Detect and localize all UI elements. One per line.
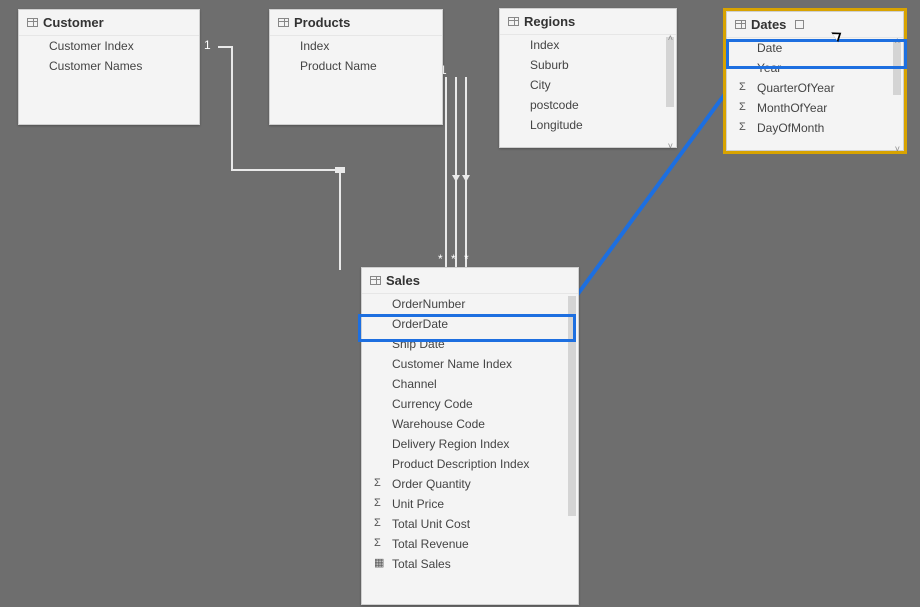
field-item[interactable]: Customer Name Index xyxy=(362,354,578,374)
table-customer[interactable]: Customer Customer Index Customer Names xyxy=(18,9,200,125)
table-icon xyxy=(27,18,38,27)
table-title: Products xyxy=(294,15,350,30)
field-item[interactable]: ΣTotal Unit Cost xyxy=(362,514,578,534)
field-item[interactable]: Longitude xyxy=(500,115,676,135)
field-item[interactable]: ΣOrder Quantity xyxy=(362,474,578,494)
sigma-icon: Σ xyxy=(374,498,381,509)
table-icon xyxy=(735,20,746,29)
cardinality-label-many: * xyxy=(438,252,443,266)
field-item[interactable]: Index xyxy=(500,35,676,55)
sigma-icon: Σ xyxy=(739,102,746,113)
scroll-up-icon[interactable]: ˄ xyxy=(895,38,900,46)
field-item[interactable]: Channel xyxy=(362,374,578,394)
table-title: Sales xyxy=(386,273,420,288)
table-header[interactable]: Sales xyxy=(362,268,578,294)
scroll-down-icon[interactable]: ˅ xyxy=(668,141,673,149)
table-icon xyxy=(370,276,381,285)
table-title: Regions xyxy=(524,14,575,29)
table-icon xyxy=(508,17,519,26)
field-item[interactable]: OrderNumber xyxy=(362,294,578,314)
field-item[interactable]: ▦Total Sales xyxy=(362,554,578,574)
cardinality-label-many: * xyxy=(464,252,469,266)
table-sales[interactable]: Sales OrderNumber OrderDate Ship Date Cu… xyxy=(361,267,579,605)
table-dates[interactable]: Dates Date Year ΣQuarterOfYear ΣMonthOfY… xyxy=(726,11,904,151)
field-item[interactable]: Customer Index xyxy=(19,36,199,56)
field-item[interactable]: OrderDate xyxy=(362,314,578,334)
sigma-icon: Σ xyxy=(739,82,746,93)
measure-icon: ▦ xyxy=(374,558,384,569)
table-header[interactable]: Dates xyxy=(727,12,903,38)
table-header[interactable]: Customer xyxy=(19,10,199,36)
table-title: Dates xyxy=(751,17,786,32)
field-item[interactable]: Customer Names xyxy=(19,56,199,76)
scroll-up-icon[interactable]: ˄ xyxy=(668,35,673,43)
scrollbar[interactable] xyxy=(893,40,901,95)
sigma-icon: Σ xyxy=(374,478,381,489)
field-item[interactable]: ΣDayOfMonth xyxy=(727,118,903,138)
field-item[interactable]: City xyxy=(500,75,676,95)
field-item[interactable]: ΣMonthOfYear xyxy=(727,98,903,118)
table-header[interactable]: Products xyxy=(270,10,442,36)
field-item[interactable]: ΣUnit Price xyxy=(362,494,578,514)
field-item[interactable]: postcode xyxy=(500,95,676,115)
scroll-down-icon[interactable]: ˅ xyxy=(895,144,900,152)
table-icon xyxy=(278,18,289,27)
table-regions[interactable]: Regions Index Suburb City postcode Longi… xyxy=(499,8,677,148)
field-item[interactable]: ΣQuarterOfYear xyxy=(727,78,903,98)
table-header[interactable]: Regions xyxy=(500,9,676,35)
field-item[interactable]: Suburb xyxy=(500,55,676,75)
field-item[interactable]: Ship Date xyxy=(362,334,578,354)
scrollbar[interactable] xyxy=(666,37,674,107)
field-item[interactable]: Product Description Index xyxy=(362,454,578,474)
maximize-icon[interactable] xyxy=(795,20,804,29)
field-item[interactable]: Product Name xyxy=(270,56,442,76)
cardinality-label-one: 1 xyxy=(204,38,211,52)
field-item[interactable]: Date xyxy=(727,38,903,58)
field-item[interactable]: Warehouse Code xyxy=(362,414,578,434)
sigma-icon: Σ xyxy=(374,538,381,549)
scrollbar[interactable] xyxy=(568,296,576,516)
field-item[interactable]: Delivery Region Index xyxy=(362,434,578,454)
table-title: Customer xyxy=(43,15,104,30)
field-item[interactable]: Year xyxy=(727,58,903,78)
sigma-icon: Σ xyxy=(739,122,746,133)
field-item[interactable]: Currency Code xyxy=(362,394,578,414)
field-item[interactable]: Index xyxy=(270,36,442,56)
table-products[interactable]: Products Index Product Name xyxy=(269,9,443,125)
sigma-icon: Σ xyxy=(374,518,381,529)
cardinality-label-many: * xyxy=(451,252,456,266)
field-item[interactable]: ΣTotal Revenue xyxy=(362,534,578,554)
